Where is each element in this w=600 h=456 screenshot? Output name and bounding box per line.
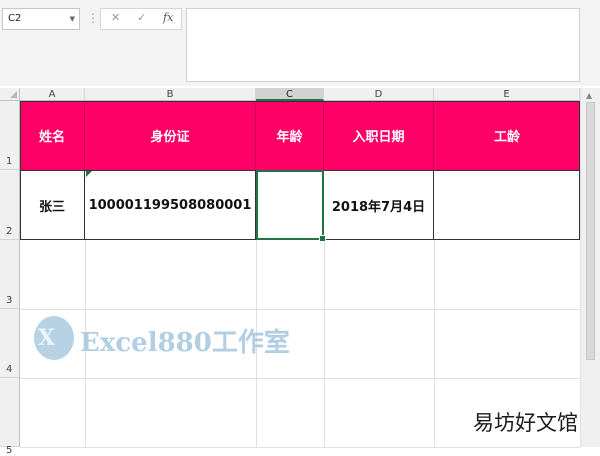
insert-function-icon[interactable]: fx bbox=[163, 11, 173, 24]
error-indicator-icon bbox=[86, 171, 92, 177]
watermark-logo: X bbox=[34, 316, 74, 360]
fill-handle[interactable] bbox=[319, 235, 326, 242]
watermark-logo-glyph: X bbox=[38, 325, 56, 351]
name-box[interactable]: C2 ▼ bbox=[2, 8, 80, 30]
column-header-c[interactable]: C bbox=[256, 88, 324, 101]
cell-b2[interactable]: 100001199508080001 bbox=[85, 170, 256, 240]
row-number: 1 bbox=[6, 156, 13, 167]
drag-handle-icon[interactable]: ⋮ bbox=[87, 10, 99, 26]
row-header-4[interactable]: 4 bbox=[0, 309, 20, 378]
select-all-corner[interactable] bbox=[0, 88, 20, 101]
row-number: 3 bbox=[6, 295, 13, 306]
row-header-5[interactable]: 5 bbox=[0, 378, 20, 456]
column-header-b[interactable]: B bbox=[85, 88, 256, 101]
column-header-d[interactable]: D bbox=[324, 88, 434, 101]
name-box-value: C2 bbox=[8, 13, 22, 24]
cell-e1[interactable]: 工龄 bbox=[434, 101, 580, 170]
vertical-scrollbar[interactable]: ▲ bbox=[580, 88, 600, 447]
cell-a1[interactable]: 姓名 bbox=[20, 101, 85, 170]
cancel-icon[interactable]: ✕ bbox=[111, 11, 120, 24]
row-number: 2 bbox=[6, 226, 13, 237]
cell-a2[interactable]: 张三 bbox=[20, 170, 85, 240]
row-number: 4 bbox=[6, 364, 13, 375]
formula-bar: C2 ▼ ⋮ ✕ ✓ fx bbox=[0, 0, 600, 86]
row-header-1[interactable]: 1 bbox=[0, 101, 20, 170]
cell-d2[interactable]: 2018年7月4日 bbox=[324, 170, 434, 240]
row-header-3[interactable]: 3 bbox=[0, 240, 20, 309]
scroll-up-icon[interactable]: ▲ bbox=[586, 91, 592, 100]
active-cell-selection[interactable] bbox=[256, 170, 326, 242]
formula-buttons: ✕ ✓ fx bbox=[100, 8, 182, 30]
chevron-down-icon[interactable]: ▼ bbox=[70, 9, 75, 29]
watermark-corner: 易坊好文馆 bbox=[473, 411, 578, 435]
cell-d1[interactable]: 入职日期 bbox=[324, 101, 434, 170]
column-header-a[interactable]: A bbox=[20, 88, 85, 101]
formula-input[interactable] bbox=[186, 8, 580, 82]
cell-c1[interactable]: 年龄 bbox=[256, 101, 324, 170]
cell-e2[interactable] bbox=[434, 170, 580, 240]
enter-icon[interactable]: ✓ bbox=[137, 11, 146, 24]
row-header-2[interactable]: 2 bbox=[0, 170, 20, 240]
column-header-e[interactable]: E bbox=[434, 88, 580, 101]
cell-b1[interactable]: 身份证 bbox=[85, 101, 256, 170]
scrollbar-thumb[interactable] bbox=[586, 102, 595, 360]
watermark-brand: Excel880工作室 bbox=[80, 328, 290, 358]
